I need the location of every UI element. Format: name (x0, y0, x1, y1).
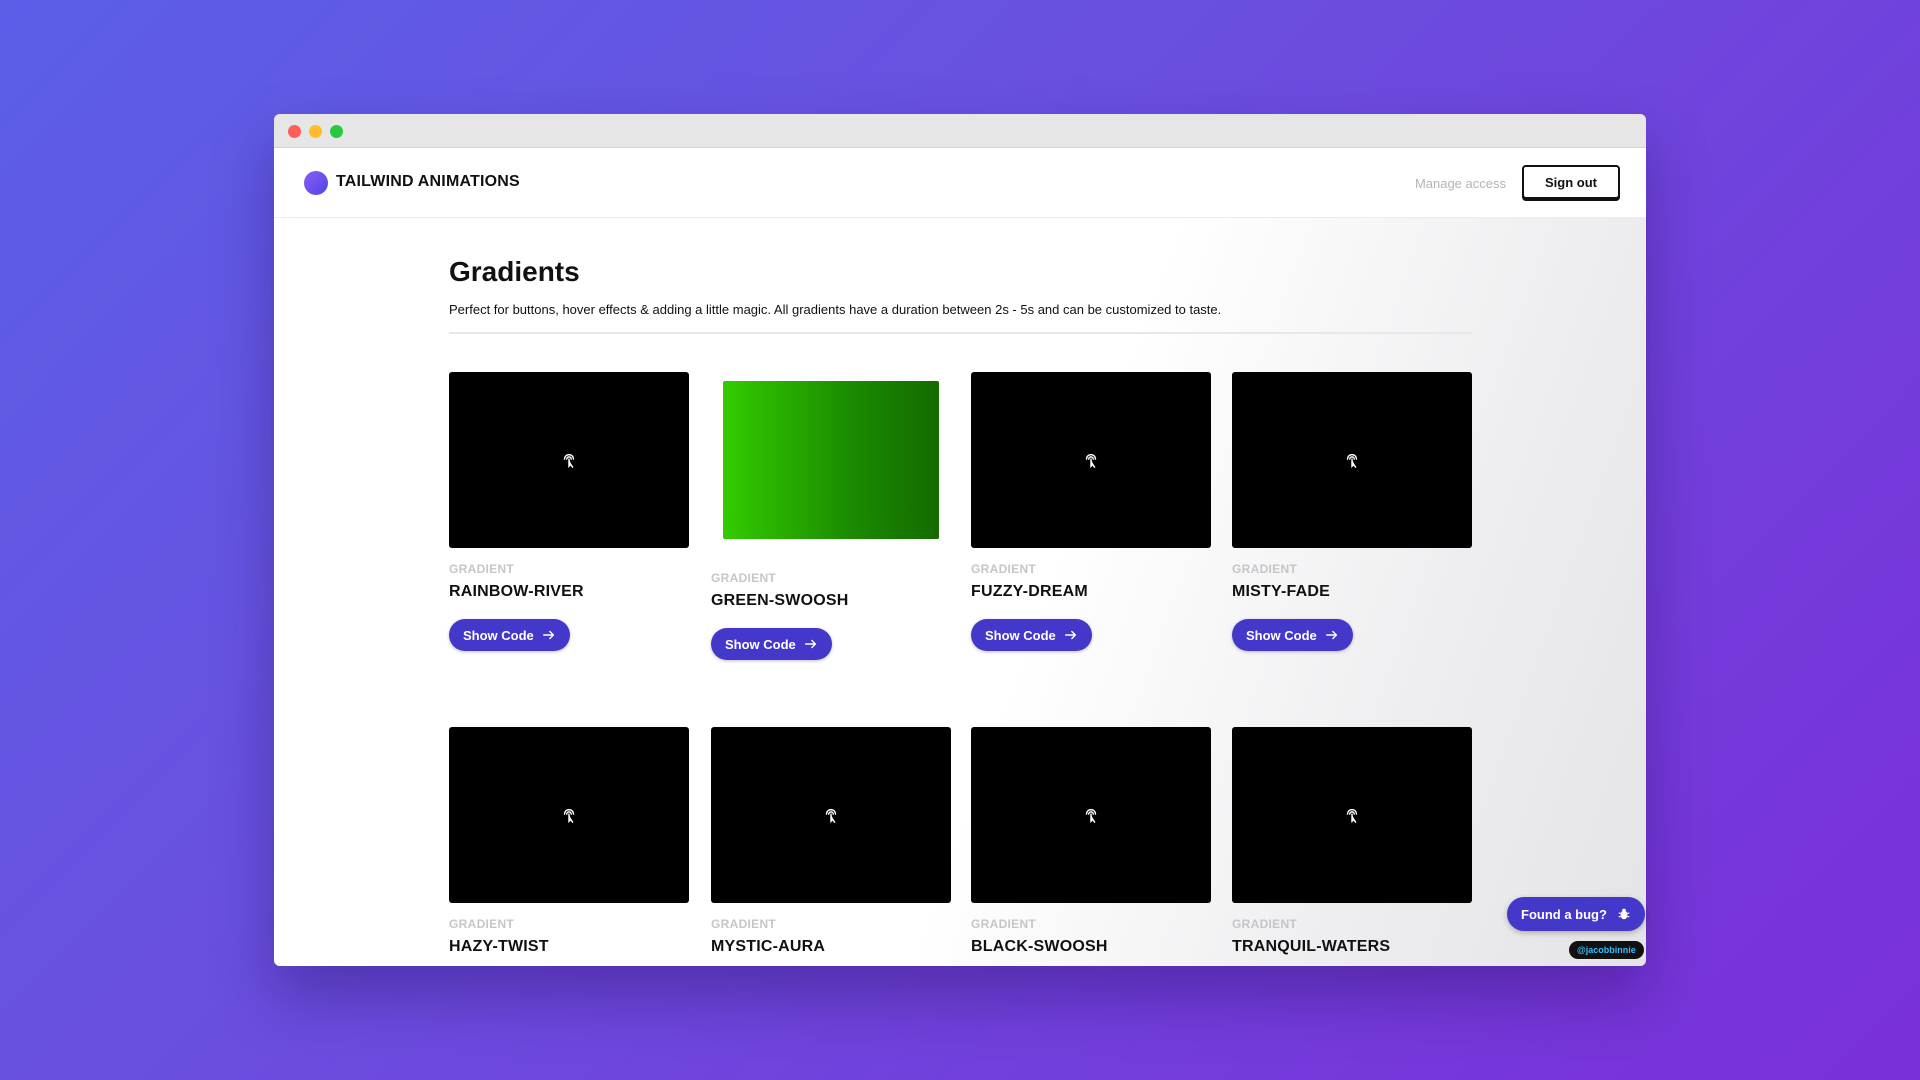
gradient-preview[interactable] (449, 727, 689, 903)
gradient-card: GRADIENT TRANQUIL-WATERS (1232, 727, 1472, 956)
found-a-bug-label: Found a bug? (1521, 906, 1607, 922)
main-content: Gradients Perfect for buttons, hover eff… (274, 218, 1646, 966)
gradient-card: GRADIENT HAZY-TWIST (449, 727, 689, 956)
card-name: TRANQUIL-WATERS (1232, 938, 1391, 955)
gradient-preview[interactable] (971, 727, 1211, 903)
divider (449, 332, 1472, 334)
arrow-right-icon (804, 639, 816, 649)
gradient-preview-frame[interactable] (711, 381, 951, 557)
browser-window: TAILWIND ANIMATIONS Manage access Sign o… (274, 114, 1646, 966)
show-code-label: Show Code (725, 636, 796, 652)
minimize-window-button[interactable] (309, 125, 322, 138)
app-header: TAILWIND ANIMATIONS Manage access Sign o… (274, 148, 1646, 218)
card-kicker: GRADIENT (449, 562, 515, 576)
tap-icon (825, 808, 837, 824)
page-title: Gradients (449, 256, 580, 287)
card-kicker: GRADIENT (1232, 562, 1298, 576)
show-code-label: Show Code (463, 627, 534, 643)
bug-icon (1618, 908, 1630, 920)
tap-icon (1085, 808, 1097, 824)
card-kicker: GRADIENT (971, 562, 1037, 576)
card-name: FUZZY-DREAM (971, 583, 1088, 600)
arrow-right-icon (542, 630, 554, 640)
card-kicker: GRADIENT (711, 571, 777, 585)
card-name: MISTY-FADE (1232, 583, 1331, 600)
gradient-card: GRADIENT MYSTIC-AURA (711, 727, 951, 956)
gradient-preview[interactable] (449, 372, 689, 548)
close-window-button[interactable] (288, 125, 301, 138)
gradient-preview[interactable] (1232, 372, 1472, 548)
tap-icon (1085, 453, 1097, 469)
tap-icon (1346, 453, 1358, 469)
tap-icon (563, 808, 575, 824)
card-name: HAZY-TWIST (449, 938, 549, 955)
card-kicker: GRADIENT (971, 917, 1037, 931)
maximize-window-button[interactable] (330, 125, 343, 138)
gradient-preview[interactable] (1232, 727, 1472, 903)
found-a-bug-button[interactable]: Found a bug? (1507, 897, 1645, 931)
card-name: RAINBOW-RIVER (449, 583, 584, 600)
window-titlebar (274, 114, 1646, 148)
gradient-preview[interactable] (971, 372, 1211, 548)
tap-icon (563, 453, 575, 469)
card-kicker: GRADIENT (711, 917, 777, 931)
arrow-right-icon (1325, 630, 1337, 640)
gradient-card: GRADIENT RAINBOW-RIVER Show Code (449, 372, 689, 651)
sign-out-button[interactable]: Sign out (1522, 165, 1620, 199)
gradient-card: GRADIENT BLACK-SWOOSH (971, 727, 1211, 956)
show-code-label: Show Code (985, 627, 1056, 643)
gradient-card: GRADIENT MISTY-FADE Show Code (1232, 372, 1472, 651)
gradient-card: GRADIENT FUZZY-DREAM Show Code (971, 372, 1211, 651)
tap-icon (1346, 808, 1358, 824)
card-kicker: GRADIENT (449, 917, 515, 931)
gradient-preview[interactable] (723, 381, 939, 539)
card-kicker: GRADIENT (1232, 917, 1298, 931)
logo-icon[interactable] (304, 171, 328, 195)
show-code-label: Show Code (1246, 627, 1317, 643)
gradient-card: GRADIENT GREEN-SWOOSH Show Code (711, 372, 951, 660)
card-name: BLACK-SWOOSH (971, 938, 1108, 955)
gradient-preview[interactable] (711, 727, 951, 903)
page-description: Perfect for buttons, hover effects & add… (449, 302, 1222, 317)
show-code-button[interactable]: Show Code (449, 619, 570, 651)
brand-name[interactable]: TAILWIND ANIMATIONS (336, 173, 520, 191)
credit-badge[interactable]: @jacobbinnie (1569, 941, 1644, 959)
manage-access-link[interactable]: Manage access (1415, 176, 1506, 191)
show-code-button[interactable]: Show Code (971, 619, 1092, 651)
arrow-right-icon (1064, 630, 1076, 640)
card-name: MYSTIC-AURA (711, 938, 826, 955)
card-name: GREEN-SWOOSH (711, 592, 849, 609)
show-code-button[interactable]: Show Code (1232, 619, 1353, 651)
show-code-button[interactable]: Show Code (711, 628, 832, 660)
